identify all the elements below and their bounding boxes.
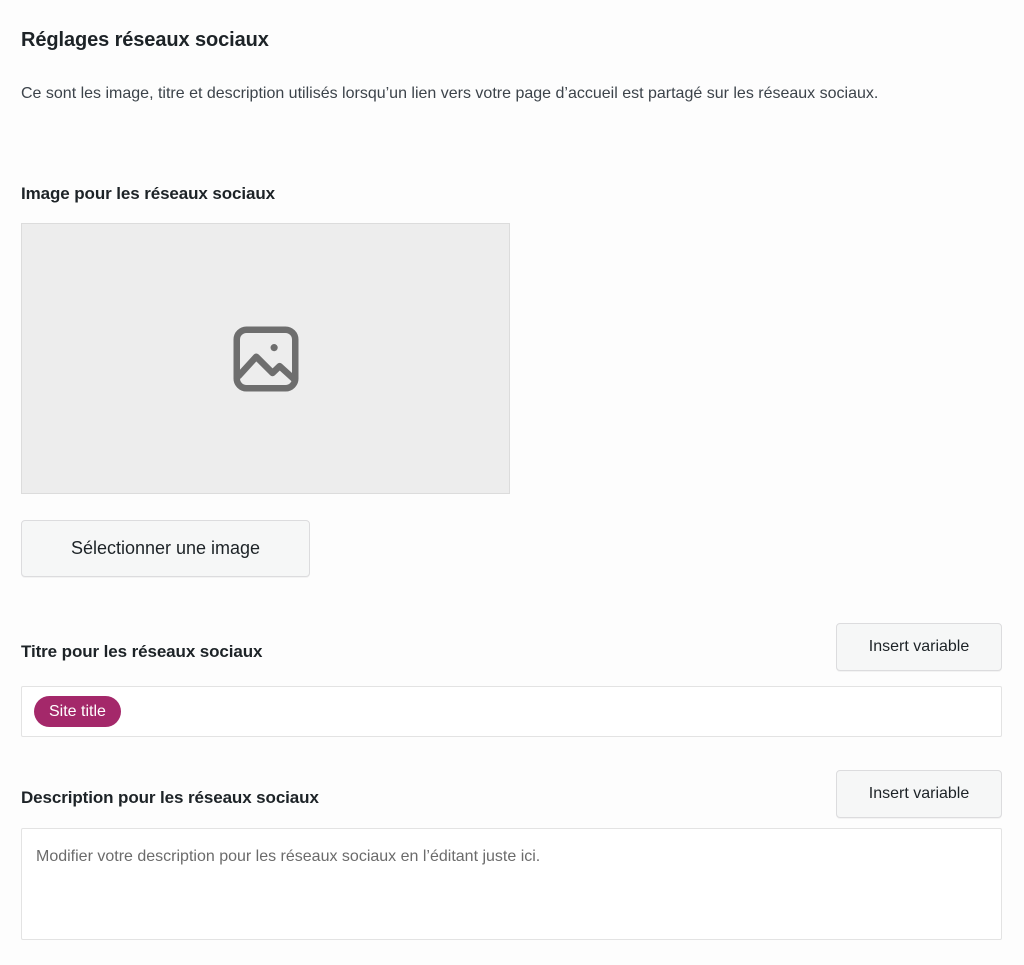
description-field-label: Description pour les réseaux sociaux	[21, 788, 319, 807]
page-title: Réglages réseaux sociaux	[21, 29, 269, 51]
image-field-label: Image pour les réseaux sociaux	[21, 184, 276, 203]
social-settings-panel: Réglages réseaux sociaux Ce sont les ima…	[0, 0, 1024, 965]
social-image-dropzone[interactable]	[21, 223, 510, 494]
social-description-textarea[interactable]: Modifier votre description pour les rése…	[21, 828, 1002, 940]
select-image-button[interactable]: Sélectionner une image	[21, 520, 310, 577]
insert-variable-button-title[interactable]: Insert variable	[836, 623, 1002, 671]
variable-tag-site-title[interactable]: Site title	[34, 696, 121, 727]
image-placeholder-icon	[233, 326, 298, 391]
section-description: Ce sont les image, titre et description …	[21, 85, 879, 102]
insert-variable-button-description[interactable]: Insert variable	[836, 770, 1002, 818]
social-title-input[interactable]: Site title	[21, 686, 1002, 737]
social-description-placeholder: Modifier votre description pour les rése…	[36, 848, 541, 865]
title-field-label: Titre pour les réseaux sociaux	[21, 642, 263, 661]
